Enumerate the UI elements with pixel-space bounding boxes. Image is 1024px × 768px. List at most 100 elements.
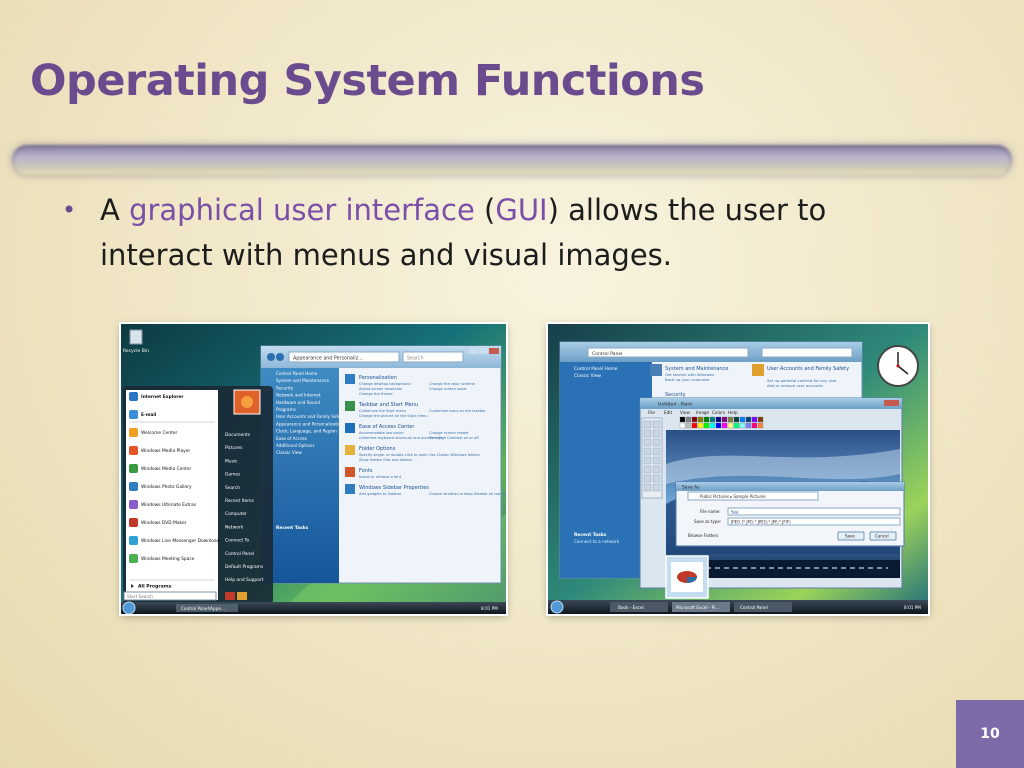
start-menu-place[interactable]: Connect To [225, 538, 249, 544]
start-menu-place[interactable]: Games [225, 472, 241, 478]
minimize-button[interactable] [469, 348, 478, 354]
paint-menu-item[interactable]: Edit [664, 410, 672, 415]
cp-section-link[interactable]: Accommodate low vision [359, 431, 404, 435]
start-menu-place[interactable]: Documents [225, 432, 251, 438]
palette-color-swatch[interactable] [739, 422, 746, 429]
palette-color-swatch[interactable] [757, 416, 764, 423]
paint-tool-icon[interactable] [643, 474, 652, 483]
paint-tool-icon[interactable] [643, 447, 652, 456]
paint-tool-icon[interactable] [643, 483, 652, 492]
cp-section-heading[interactable]: Taskbar and Start Menu [358, 402, 418, 408]
cp-section-link[interactable]: Adjust screen resolution [359, 387, 402, 391]
palette-color-swatch[interactable] [721, 416, 728, 423]
cp-section-link[interactable]: Show hidden files and folders [359, 458, 412, 462]
palette-color-swatch[interactable] [703, 422, 710, 429]
paint-menu-item[interactable]: View [680, 410, 691, 415]
paint-tool-icon[interactable] [652, 447, 661, 456]
lock-button[interactable] [237, 592, 247, 600]
cp-item-link[interactable]: Add or remove user accounts [767, 383, 823, 388]
cp-section-link[interactable]: Add gadgets to Sidebar [359, 492, 402, 496]
cp-section-link[interactable]: Use Classic Windows folders [429, 453, 480, 457]
power-button[interactable] [225, 592, 235, 600]
cp-nav-item[interactable]: User Accounts and Family Safety [276, 414, 345, 419]
palette-color-swatch[interactable] [709, 416, 716, 423]
cp-nav-item[interactable]: Appearance and Personalization [276, 421, 344, 426]
cp-item-heading[interactable]: User Accounts and Family Safety [767, 366, 849, 372]
all-programs-link[interactable]: All Programs [138, 584, 172, 590]
cp-section-heading[interactable]: Fonts [359, 468, 373, 474]
cp-nav-item[interactable]: Control Panel Home [276, 371, 318, 376]
paint-close-button[interactable] [884, 400, 899, 406]
browse-folders-toggle[interactable]: Browse Folders [688, 533, 718, 538]
cp-search-box[interactable] [761, 347, 853, 358]
cp-section-link[interactable]: Choose whether to keep Sidebar on top of… [429, 492, 506, 496]
start-menu-program[interactable]: Windows Ultimate Extras [141, 502, 197, 508]
start-menu-program[interactable]: Internet Explorer [141, 394, 184, 400]
start-menu-program[interactable]: Windows Live Messenger Download [141, 538, 220, 544]
cp-nav-item[interactable]: Ease of Access [276, 436, 307, 441]
palette-color-swatch[interactable] [733, 422, 740, 429]
cp-section-heading[interactable]: Folder Options [359, 446, 396, 452]
paint-tool-icon[interactable] [652, 483, 661, 492]
cp-nav-classic[interactable]: Classic View [574, 373, 601, 379]
close-button[interactable] [489, 348, 499, 354]
start-menu-place[interactable]: Search [225, 485, 240, 491]
start-orb-icon[interactable] [122, 601, 136, 614]
palette-color-swatch[interactable] [757, 422, 764, 429]
start-menu-place[interactable]: Pictures [225, 445, 243, 451]
cp-nav-item[interactable]: Network and Internet [276, 393, 321, 398]
cp-section-link[interactable]: Change screen reader [429, 431, 469, 435]
palette-color-swatch[interactable] [691, 422, 698, 429]
cp-nav-item[interactable]: Additional Options [276, 443, 315, 448]
cp-item-link[interactable]: Back up your computer [665, 377, 710, 382]
cp-nav-item[interactable]: System and Maintenance [276, 378, 330, 383]
paint-tool-icon[interactable] [652, 420, 661, 429]
palette-color-swatch[interactable] [751, 422, 758, 429]
start-menu-place[interactable]: Computer [225, 511, 247, 517]
start-menu-program[interactable]: Windows Meeting Space [141, 556, 195, 562]
start-menu-program[interactable]: Windows DVD Maker [141, 520, 187, 526]
cp-nav-home[interactable]: Control Panel Home [574, 366, 618, 372]
paint-menu-item[interactable]: Help [728, 410, 738, 415]
paint-tool-icon[interactable] [652, 438, 661, 447]
cp-section-link[interactable]: Change the color scheme [429, 382, 476, 386]
cp-nav-item[interactable]: Clock, Language, and Region [276, 429, 337, 434]
paint-tool-icon[interactable] [643, 438, 652, 447]
start-menu-program[interactable]: Windows Media Player [141, 448, 190, 454]
palette-color-swatch[interactable] [697, 416, 704, 423]
cp-section-link[interactable]: Customize icons on the taskbar [429, 409, 486, 413]
cp-nav-item[interactable]: Security [276, 385, 294, 390]
palette-color-swatch[interactable] [685, 416, 692, 423]
cp-recent-item[interactable]: Connect to a network [574, 539, 620, 544]
start-menu-place[interactable]: Default Programs [225, 564, 264, 570]
palette-color-swatch[interactable] [715, 422, 722, 429]
palette-color-swatch[interactable] [715, 416, 722, 423]
cp-section-link[interactable]: Change the theme [359, 392, 393, 396]
cp-section-link[interactable]: Change desktop background [359, 382, 411, 386]
paint-tool-icon[interactable] [652, 456, 661, 465]
paint-tool-icon[interactable] [652, 474, 661, 483]
palette-color-swatch[interactable] [727, 422, 734, 429]
start-orb-icon[interactable] [550, 600, 564, 614]
palette-color-swatch[interactable] [739, 416, 746, 423]
file-name-input[interactable] [727, 507, 901, 516]
palette-color-swatch[interactable] [709, 422, 716, 429]
palette-color-swatch[interactable] [685, 422, 692, 429]
palette-color-swatch[interactable] [679, 416, 686, 423]
start-menu-place[interactable]: Help and Support [225, 577, 264, 583]
paint-tool-icon[interactable] [643, 465, 652, 474]
clock-gadget[interactable] [877, 345, 919, 387]
cp-section-link[interactable]: Customize the Start menu [359, 409, 406, 413]
paint-tool-icon[interactable] [652, 465, 661, 474]
start-menu[interactable]: Internet Explorer E-mail Welcome Center Win… [123, 386, 273, 604]
cp-nav-item[interactable]: Classic View [276, 450, 302, 455]
paint-tool-icon[interactable] [643, 420, 652, 429]
palette-color-swatch[interactable] [727, 416, 734, 423]
cp-section-link[interactable]: Change the picture on the Start menu [359, 414, 427, 418]
cp-section-heading[interactable]: Windows Sidebar Properties [359, 485, 429, 491]
back-button[interactable] [267, 353, 275, 361]
cp-section-link[interactable]: Specify single- or double-click to open [359, 453, 428, 457]
paint-tool-icon[interactable] [643, 429, 652, 438]
cp-section-heading[interactable]: Personalization [359, 375, 397, 381]
palette-color-swatch[interactable] [697, 422, 704, 429]
